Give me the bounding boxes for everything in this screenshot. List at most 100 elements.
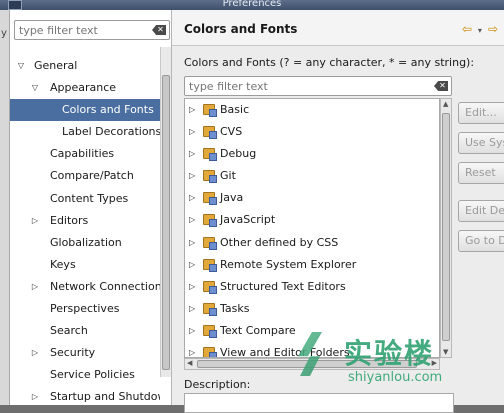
- categories-vertical-scrollbar[interactable]: ▲ ▼: [440, 98, 452, 358]
- window-title: Preferences: [222, 0, 282, 9]
- expand-arrow-icon[interactable]: ▷: [189, 143, 195, 165]
- category-item[interactable]: ▷ CVS: [185, 121, 439, 143]
- clear-colors-filter-icon[interactable]: ✕: [434, 81, 448, 91]
- tree-item-label: Network Connections: [50, 279, 160, 293]
- expand-arrow-icon[interactable]: ▷: [30, 210, 40, 232]
- tree-item-label: Label Decorations: [62, 125, 160, 139]
- tree-item[interactable]: Content Types: [10, 188, 160, 210]
- category-folder-icon: [203, 148, 217, 162]
- tree-item-label: Compare/Patch: [50, 169, 134, 183]
- tree-item[interactable]: ▷ Security: [10, 342, 160, 364]
- tree-item[interactable]: Service Policies: [10, 364, 160, 386]
- description-text-area[interactable]: [184, 393, 454, 413]
- edit-default-button[interactable]: Edit Default...: [458, 200, 504, 222]
- tree-item[interactable]: Globalization: [10, 232, 160, 254]
- expand-arrow-icon[interactable]: ▷: [30, 386, 40, 408]
- category-label: CVS: [220, 125, 243, 139]
- back-dropdown-icon[interactable]: ▾: [478, 26, 482, 35]
- tree-item[interactable]: Keys: [10, 254, 160, 276]
- tree-item-label: Colors and Fonts: [62, 103, 154, 117]
- tree-item-label: Service Policies: [50, 368, 135, 382]
- collapse-arrow-icon[interactable]: ▽: [16, 55, 26, 77]
- tree-item[interactable]: ▷ Network Connections: [10, 276, 160, 298]
- category-item[interactable]: ▷ Other defined by CSS: [185, 232, 439, 254]
- category-item[interactable]: ▷ Tasks: [185, 298, 439, 320]
- category-label: Remote System Explorer: [220, 257, 357, 271]
- page-title: Colors and Fonts: [184, 22, 298, 36]
- expand-arrow-icon[interactable]: ▷: [30, 342, 40, 364]
- collapse-arrow-icon[interactable]: ▽: [30, 77, 40, 99]
- expand-arrow-icon[interactable]: ▷: [30, 276, 40, 298]
- tree-filter-input[interactable]: [15, 21, 143, 39]
- left-edge-strip: y: [0, 10, 10, 405]
- use-system-font-button[interactable]: Use System Font: [458, 132, 504, 154]
- tree-item-label: Keys: [50, 257, 76, 271]
- clear-filter-icon[interactable]: ✕: [152, 25, 166, 35]
- reset-button[interactable]: Reset: [458, 162, 504, 184]
- category-item[interactable]: ▷ Debug: [185, 143, 439, 165]
- category-item[interactable]: ▷ Basic: [185, 99, 439, 121]
- category-label: Basic: [220, 103, 250, 116]
- color-font-categories-tree: ▷ Basic ▷ CVS ▷ Debug ▷ Git ▷ Java ▷ JavaScript ▷ Oth…: [184, 98, 440, 358]
- category-label: Structured Text Editors: [220, 279, 346, 293]
- expand-arrow-icon[interactable]: ▷: [189, 99, 195, 121]
- expand-arrow-icon[interactable]: ▷: [189, 320, 195, 342]
- category-folder-icon: [203, 347, 217, 357]
- category-item[interactable]: ▷ Remote System Explorer: [185, 254, 439, 276]
- tree-scrollbar-thumb[interactable]: [162, 75, 170, 370]
- tree-item-label: Startup and Shutdown: [50, 390, 160, 404]
- expand-arrow-icon[interactable]: ▷: [189, 121, 195, 143]
- expand-arrow-icon[interactable]: ▷: [189, 232, 195, 254]
- preferences-tree: ▽ General ▽ Appearance Colors and Fonts Label…: [10, 55, 160, 409]
- tree-item-label: Appearance: [50, 81, 117, 95]
- tree-item[interactable]: Colors and Fonts: [10, 99, 160, 122]
- preference-page: Colors and Fonts ⇦ ▾ ⇨ Colors and Fonts (?…: [172, 10, 504, 413]
- history-navigation: ⇦ ▾ ⇨: [462, 22, 504, 36]
- back-arrow-icon[interactable]: ⇦: [462, 22, 472, 36]
- expand-arrow-icon[interactable]: ▷: [189, 342, 195, 357]
- tree-item[interactable]: Compare/Patch: [10, 165, 160, 187]
- category-item[interactable]: ▷ Structured Text Editors: [185, 276, 439, 298]
- expand-arrow-icon[interactable]: ▷: [189, 276, 195, 298]
- expand-arrow-icon[interactable]: ▷: [189, 254, 195, 276]
- tree-item[interactable]: ▷ Editors: [10, 210, 160, 232]
- category-label: Other defined by CSS: [220, 235, 339, 249]
- tree-item[interactable]: ▷ Startup and Shutdown: [10, 386, 160, 408]
- tree-item[interactable]: Search: [10, 320, 160, 342]
- tree-item-label: Content Types: [50, 191, 129, 205]
- category-label: Tasks: [220, 301, 250, 315]
- window-titlebar: Preferences: [0, 0, 504, 10]
- colors-filter-field[interactable]: ✕: [184, 76, 452, 96]
- scroll-left-icon[interactable]: ◀: [187, 359, 192, 367]
- tree-item-label: Capabilities: [50, 147, 115, 161]
- watermark-logo: 实验楼 shiyanlou.com: [296, 330, 466, 394]
- category-item[interactable]: ▷ Git: [185, 165, 439, 187]
- category-folder-icon: [203, 258, 217, 272]
- categories-scroll-thumb[interactable]: [442, 113, 450, 341]
- tree-item[interactable]: ▽ General: [10, 55, 160, 77]
- tree-item-label: Search: [50, 324, 88, 338]
- category-item[interactable]: ▷ JavaScript: [185, 209, 439, 231]
- scroll-up-icon[interactable]: ▲: [443, 100, 448, 108]
- tree-scrollbar[interactable]: [160, 47, 171, 377]
- category-label: Debug: [220, 147, 257, 161]
- tree-item[interactable]: Capabilities: [10, 143, 160, 165]
- watermark-logo-icon: [298, 332, 322, 376]
- tree-item[interactable]: ▽ Appearance: [10, 77, 160, 99]
- category-folder-icon: [203, 280, 217, 294]
- expand-arrow-icon[interactable]: ▷: [189, 298, 195, 320]
- colors-filter-input[interactable]: [185, 77, 425, 95]
- forward-arrow-icon[interactable]: ⇨: [488, 22, 498, 36]
- tree-filter-field[interactable]: ✕: [14, 20, 170, 40]
- category-item[interactable]: ▷ Java: [185, 187, 439, 209]
- expand-arrow-icon[interactable]: ▷: [189, 209, 195, 231]
- tree-item[interactable]: Label Decorations: [10, 121, 160, 143]
- edit-button[interactable]: Edit...: [458, 102, 504, 124]
- expand-arrow-icon[interactable]: ▷: [189, 187, 195, 209]
- tree-item[interactable]: Perspectives: [10, 298, 160, 320]
- go-to-default-button[interactable]: Go to Default: [458, 230, 504, 252]
- tree-item-label: Globalization: [50, 235, 122, 249]
- category-folder-icon: [203, 170, 217, 184]
- expand-arrow-icon[interactable]: ▷: [189, 165, 195, 187]
- category-label: Git: [220, 169, 236, 183]
